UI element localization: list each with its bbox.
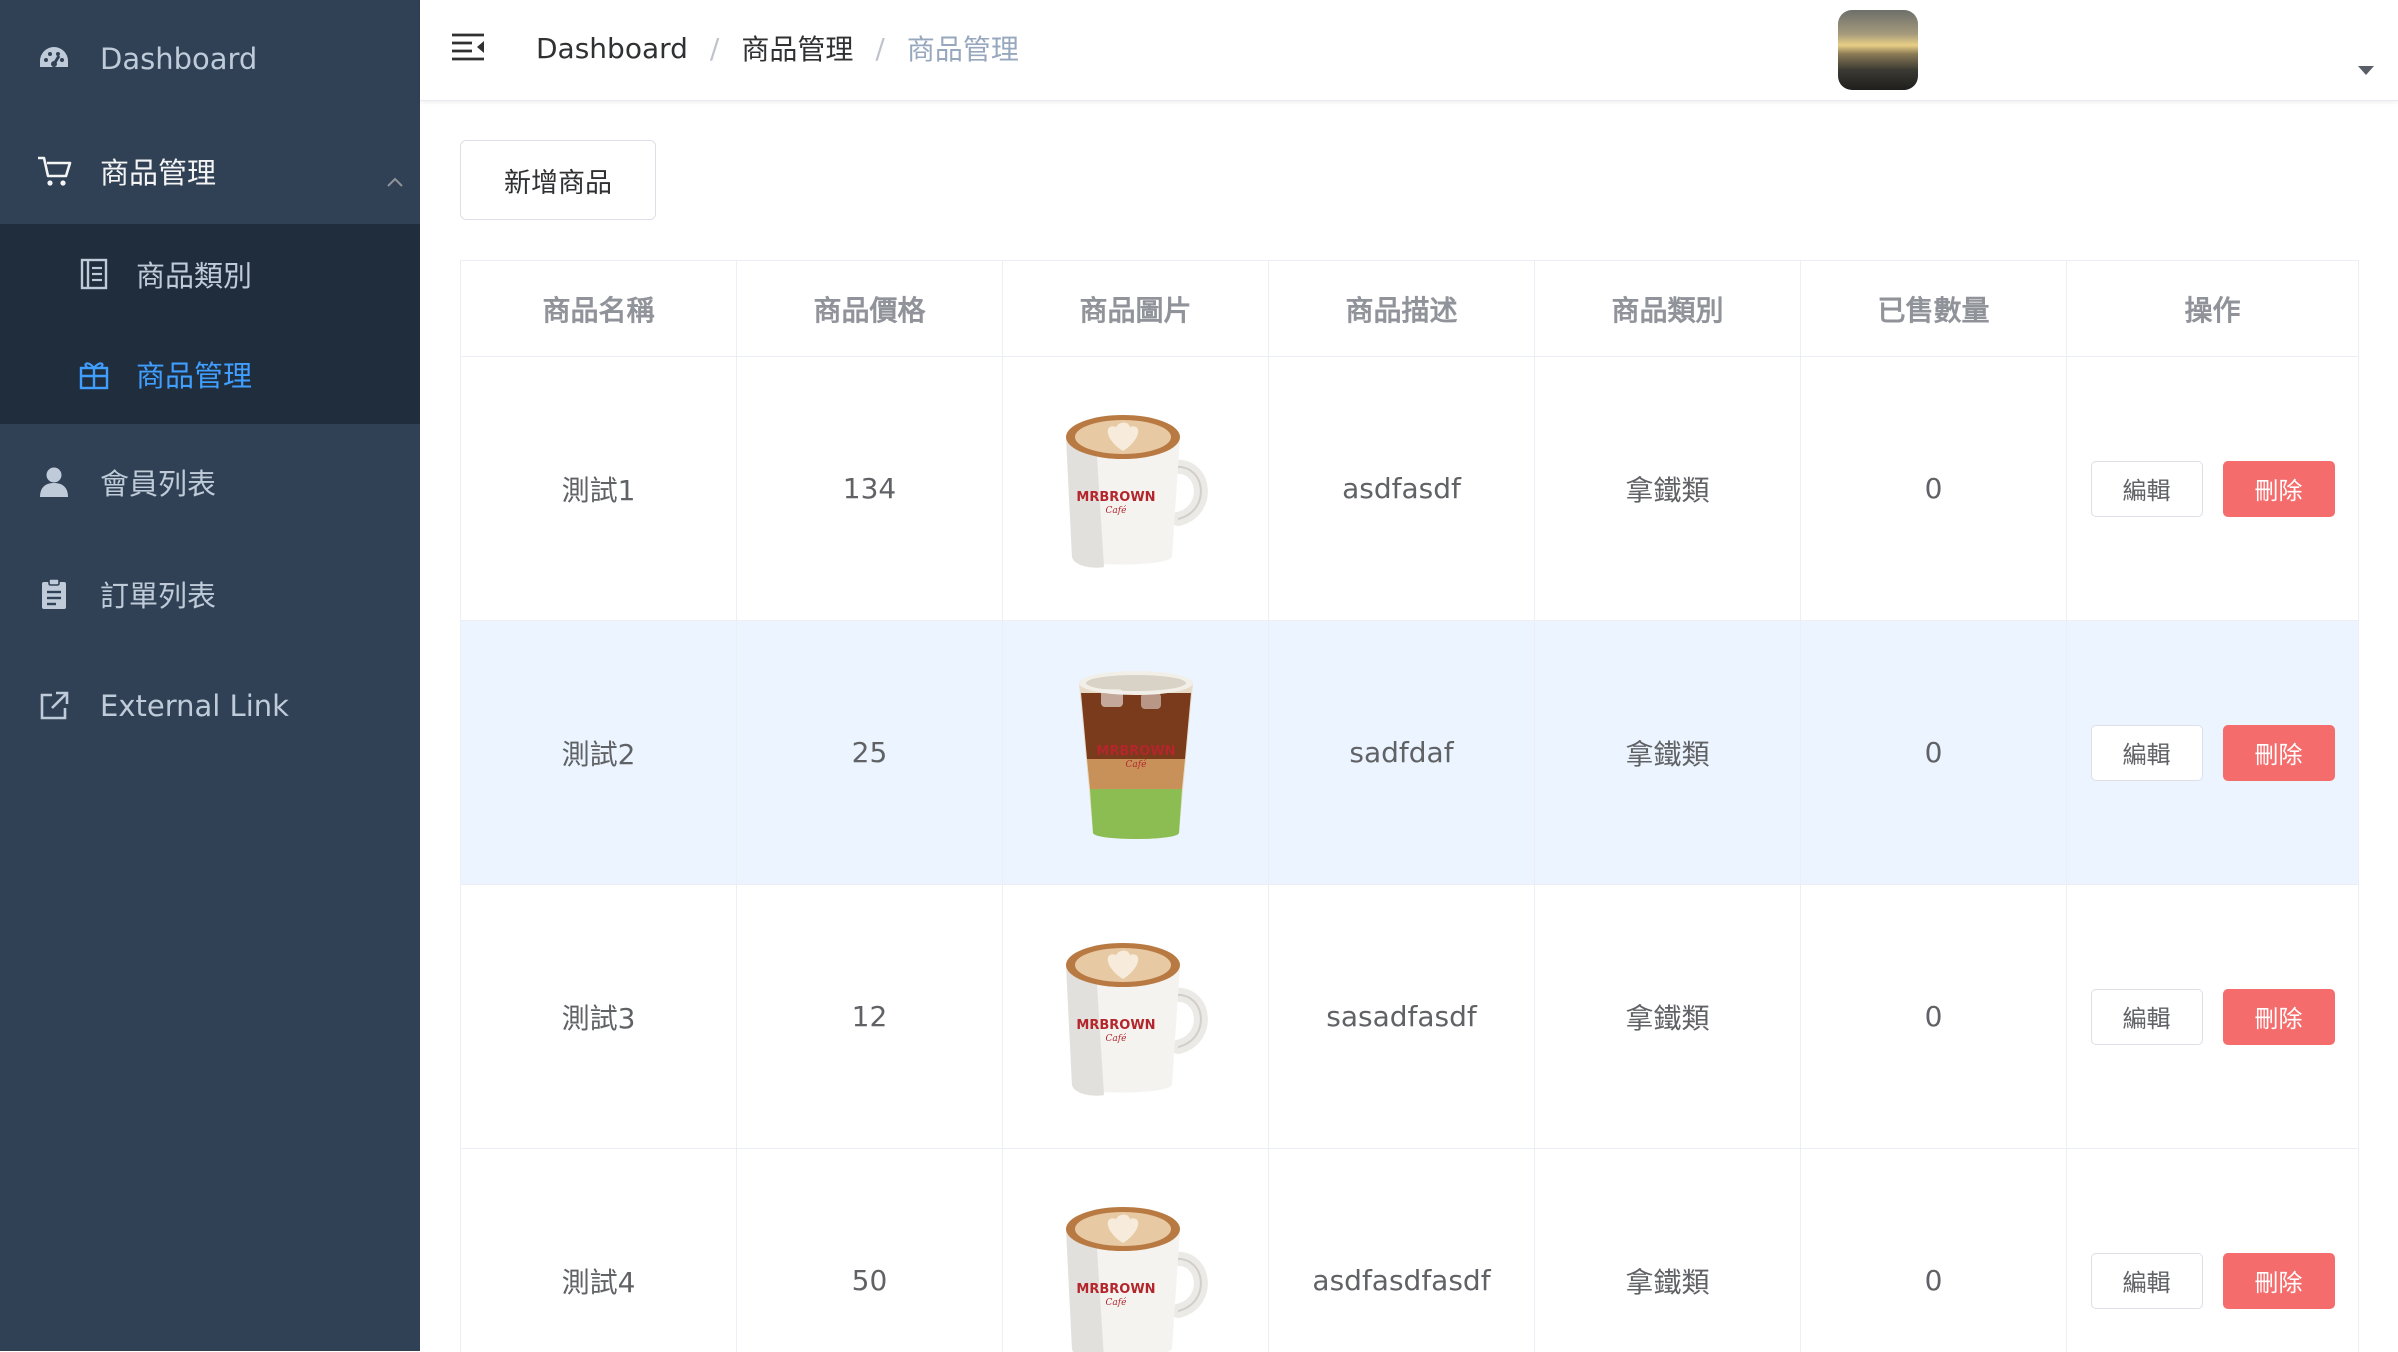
- submenu: 商品類別 商品管理: [0, 224, 420, 424]
- sidebar-item-label: 商品管理: [100, 150, 216, 192]
- add-product-button[interactable]: 新增商品: [460, 140, 656, 220]
- sidebar: Dashboard 商品管理 商品類別 商品管理 會員列表: [0, 0, 420, 1351]
- clipboard-icon: [34, 574, 74, 614]
- breadcrumb-item-product-mgmt[interactable]: 商品管理: [741, 28, 853, 68]
- column-header: 商品價格: [737, 261, 1003, 356]
- product-image-cell: MRBROWN Café: [1003, 357, 1269, 620]
- delete-button[interactable]: 刪除: [2223, 461, 2335, 517]
- product-image-brand-sub: Café: [1105, 1033, 1127, 1044]
- cell-category: 拿鐵類: [1535, 621, 1801, 884]
- breadcrumb-item-current: 商品管理: [907, 28, 1019, 68]
- breadcrumb-item-dashboard[interactable]: Dashboard: [536, 32, 688, 65]
- edit-button[interactable]: 編輯: [2091, 1253, 2203, 1309]
- cell-price: 25: [737, 621, 1003, 884]
- cell-description: asdfasdf: [1269, 357, 1535, 620]
- delete-button[interactable]: 刪除: [2223, 1253, 2335, 1309]
- column-header: 商品圖片: [1003, 261, 1269, 356]
- product-image-brand-sub: Café: [1105, 505, 1127, 516]
- avatar[interactable]: [1838, 10, 1918, 90]
- cell-price: 50: [737, 1149, 1003, 1352]
- product-image: MRBROWN Café: [1056, 407, 1216, 571]
- cell-name: 測試2: [461, 621, 737, 884]
- table-row: 測試312 MRBROWN Café sasadfasdf拿鐵類0編輯刪除: [461, 885, 2359, 1149]
- delete-button[interactable]: 刪除: [2223, 725, 2335, 781]
- product-image-brand: MRBROWN: [1096, 744, 1175, 759]
- navbar: Dashboard / 商品管理 / 商品管理: [420, 0, 2398, 101]
- cell-sold: 0: [1801, 357, 2067, 620]
- sidebar-item-label: 會員列表: [100, 461, 216, 503]
- shopping-cart-icon: [34, 151, 74, 191]
- cell-category: 拿鐵類: [1535, 357, 1801, 620]
- sidebar-item-members[interactable]: 會員列表: [0, 426, 420, 538]
- sidebar-item-label: External Link: [100, 689, 289, 723]
- sidebar-item-label: Dashboard: [100, 42, 257, 76]
- actions-cell: 編輯刪除: [2067, 885, 2359, 1148]
- sidebar-item-label: 訂單列表: [100, 573, 216, 615]
- product-table: 商品名稱 商品價格 商品圖片 商品描述 商品類別 已售數量 操作 測試1134 …: [460, 260, 2359, 1352]
- column-header: 商品描述: [1269, 261, 1535, 356]
- product-image-cell: MRBROWN Café: [1003, 1149, 1269, 1352]
- edit-button[interactable]: 編輯: [2091, 725, 2203, 781]
- cell-name: 測試3: [461, 885, 737, 1148]
- table-row: 測試225 MRBROWN Café sadfdaf拿鐵類0編輯刪除: [461, 621, 2359, 885]
- product-image-brand: MRBROWN: [1076, 1282, 1155, 1297]
- breadcrumb: Dashboard / 商品管理 / 商品管理: [536, 28, 1019, 68]
- product-image: MRBROWN Café: [1056, 935, 1216, 1099]
- sidebar-subitem-label: 商品管理: [136, 353, 252, 395]
- chevron-up-icon: [386, 161, 404, 195]
- cell-sold: 0: [1801, 885, 2067, 1148]
- user-icon: [34, 462, 74, 502]
- actions-cell: 編輯刪除: [2067, 1149, 2359, 1352]
- column-header: 已售數量: [1801, 261, 2067, 356]
- sidebar-item-product-management[interactable]: 商品管理: [0, 115, 420, 227]
- document-list-icon: [76, 256, 112, 292]
- breadcrumb-separator: /: [875, 32, 884, 65]
- sidebar-item-orders[interactable]: 訂單列表: [0, 538, 420, 650]
- column-header: 商品類別: [1535, 261, 1801, 356]
- cell-description: sasadfasdf: [1269, 885, 1535, 1148]
- cell-description: asdfasdfasdf: [1269, 1149, 1535, 1352]
- cell-name: 測試4: [461, 1149, 737, 1352]
- cell-price: 12: [737, 885, 1003, 1148]
- product-image-cell: MRBROWN Café: [1003, 885, 1269, 1148]
- product-image-brand-sub: Café: [1125, 759, 1147, 770]
- column-header: 操作: [2067, 261, 2359, 356]
- product-image: MRBROWN Café: [1056, 1199, 1216, 1352]
- actions-cell: 編輯刪除: [2067, 357, 2359, 620]
- column-header: 商品名稱: [461, 261, 737, 356]
- table-row: 測試1134 MRBROWN Café asdfasdf拿鐵類0編輯刪除: [461, 357, 2359, 621]
- external-link-icon: [34, 686, 74, 726]
- table-row: 測試450 MRBROWN Café asdfasdfasdf拿鐵類0編輯刪除: [461, 1149, 2359, 1352]
- sidebar-subitem-product-management[interactable]: 商品管理: [0, 324, 420, 424]
- speedometer-icon: [34, 39, 74, 79]
- breadcrumb-separator: /: [710, 32, 719, 65]
- sidebar-item-external-link[interactable]: External Link: [0, 650, 420, 762]
- edit-button[interactable]: 編輯: [2091, 461, 2203, 517]
- sidebar-subitem-product-category[interactable]: 商品類別: [0, 224, 420, 324]
- cell-name: 測試1: [461, 357, 737, 620]
- gift-box-icon: [76, 356, 112, 392]
- hamburger-menu-icon[interactable]: [450, 30, 490, 70]
- cell-sold: 0: [1801, 1149, 2067, 1352]
- product-image-brand: MRBROWN: [1076, 490, 1155, 505]
- product-image: MRBROWN Café: [1071, 663, 1201, 843]
- edit-button[interactable]: 編輯: [2091, 989, 2203, 1045]
- cell-category: 拿鐵類: [1535, 885, 1801, 1148]
- cell-category: 拿鐵類: [1535, 1149, 1801, 1352]
- cell-description: sadfdaf: [1269, 621, 1535, 884]
- caret-down-icon[interactable]: [2358, 66, 2374, 75]
- cell-sold: 0: [1801, 621, 2067, 884]
- sidebar-item-dashboard[interactable]: Dashboard: [0, 3, 420, 115]
- product-image-brand-sub: Café: [1105, 1297, 1127, 1308]
- actions-cell: 編輯刪除: [2067, 621, 2359, 884]
- table-header-row: 商品名稱 商品價格 商品圖片 商品描述 商品類別 已售數量 操作: [461, 261, 2359, 357]
- delete-button[interactable]: 刪除: [2223, 989, 2335, 1045]
- cell-price: 134: [737, 357, 1003, 620]
- product-image-cell: MRBROWN Café: [1003, 621, 1269, 884]
- sidebar-subitem-label: 商品類別: [136, 253, 252, 295]
- product-image-brand: MRBROWN: [1076, 1018, 1155, 1033]
